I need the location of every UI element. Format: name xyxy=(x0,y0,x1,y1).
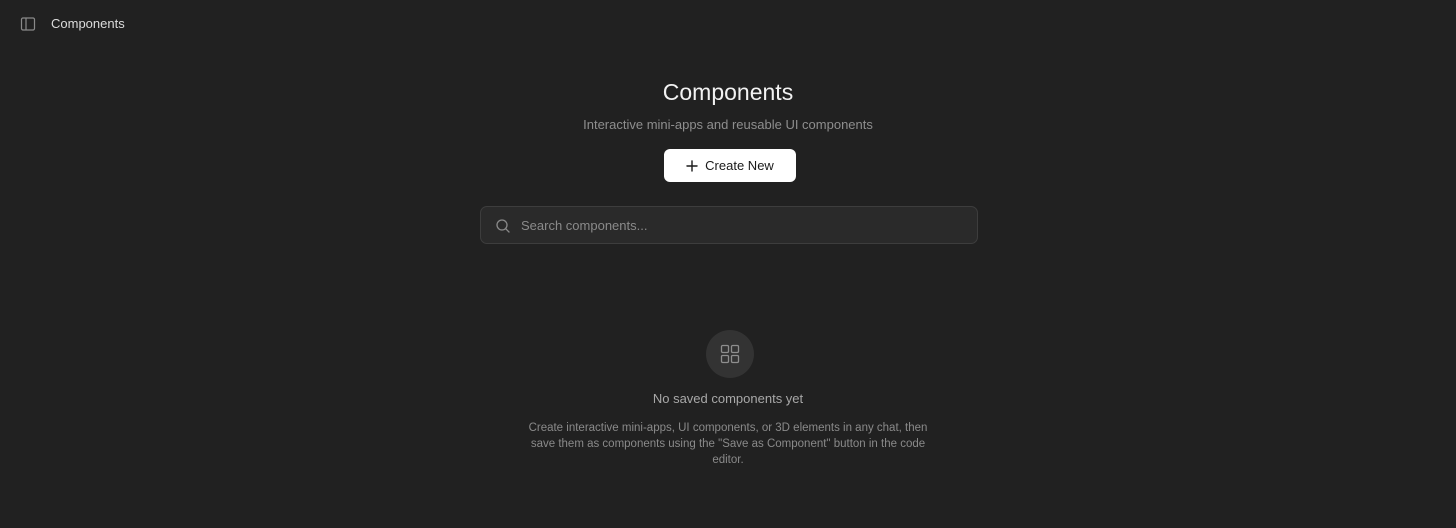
empty-state-icon-container xyxy=(706,330,754,378)
main-content: Components Interactive mini-apps and reu… xyxy=(0,0,1456,528)
empty-state-title: No saved components yet xyxy=(652,391,804,406)
search-box xyxy=(480,206,978,244)
search-icon xyxy=(496,219,510,233)
create-new-button[interactable]: Create New xyxy=(664,149,796,182)
grid-icon xyxy=(720,344,740,364)
create-new-label: Create New xyxy=(705,158,774,173)
page-subtitle: Interactive mini-apps and reusable UI co… xyxy=(583,117,873,132)
empty-state-description: Create interactive mini-apps, UI compone… xyxy=(528,422,928,466)
plus-icon xyxy=(686,159,698,172)
search-input[interactable] xyxy=(521,207,961,243)
page-title: Components xyxy=(662,79,794,105)
